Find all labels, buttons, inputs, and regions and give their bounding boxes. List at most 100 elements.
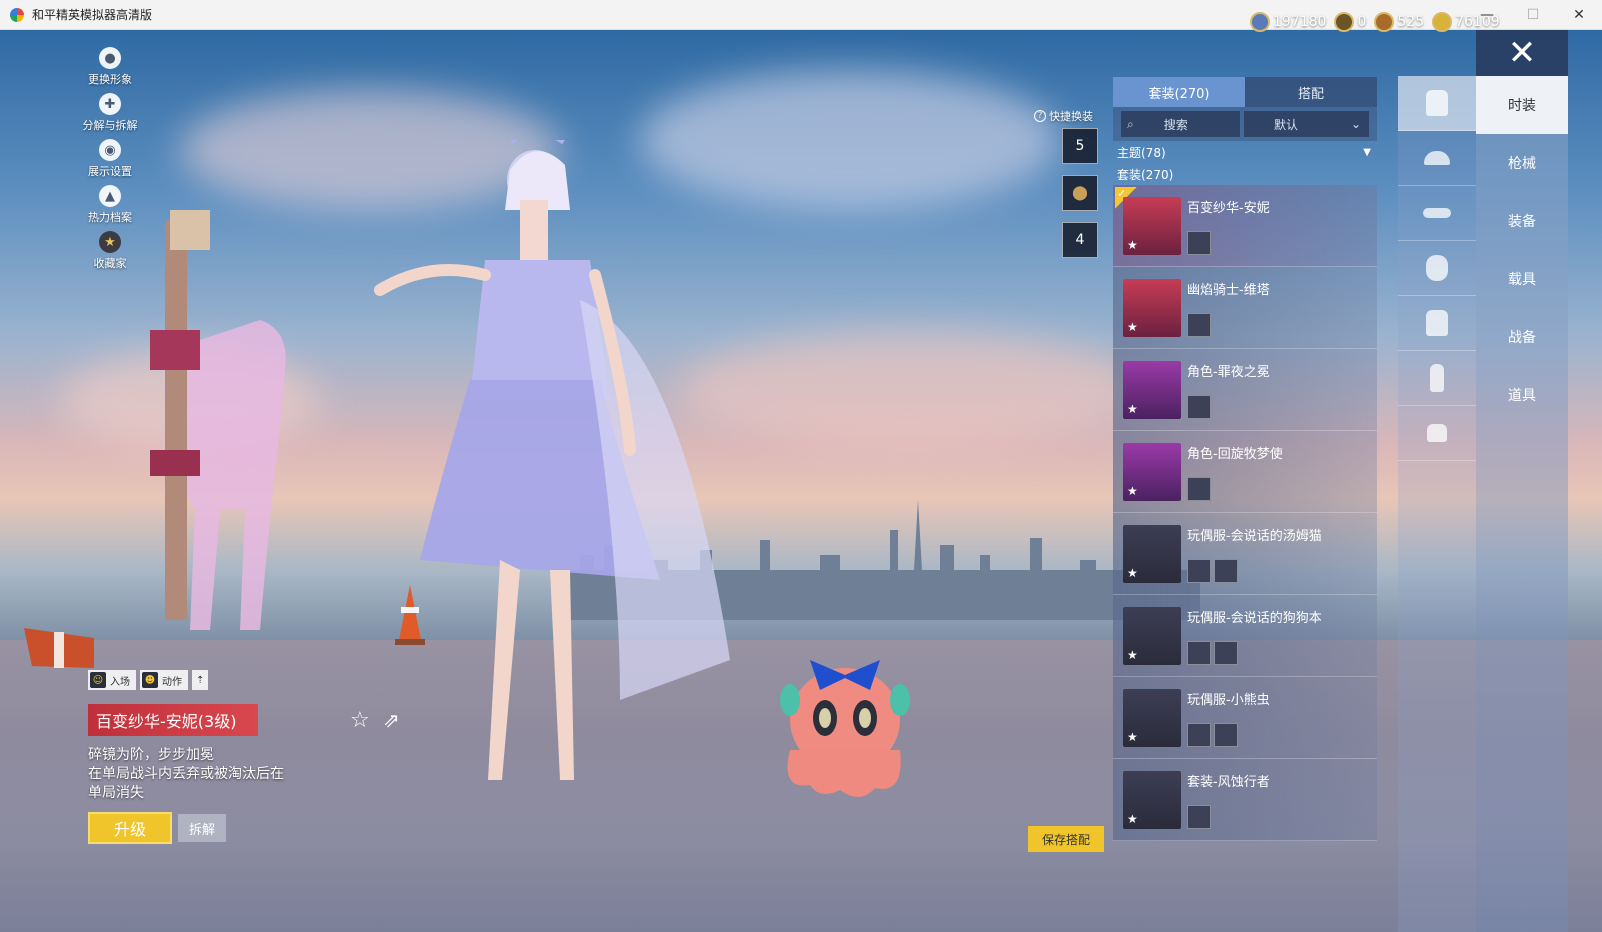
currency-item: 76109 [1432,12,1500,32]
sub-item-thumb[interactable] [1214,558,1238,583]
heat-archive-button[interactable]: ▲ 热力档案 [78,182,142,228]
coin-token-icon [1334,12,1355,32]
entrance-animation-button[interactable]: ☺ 入场 [88,670,136,690]
list-item[interactable]: ★ 幽焰骑士-维塔 [1113,267,1377,349]
subnav-mask[interactable] [1398,241,1476,296]
sub-item-thumb[interactable] [1214,722,1238,747]
category-vehicles[interactable]: 载具 [1476,250,1568,308]
star-icon: ★ [1127,401,1138,416]
hat-icon [1424,151,1450,165]
shoes-icon [1427,424,1447,442]
outfit-description: 碎镜为阶，步步加冕 在单局战斗内丢弃或被淘汰后在单局消失 [88,747,284,801]
sub-item-thumb[interactable] [1187,394,1211,419]
category-guns[interactable]: 枪械 [1476,134,1568,192]
category-equipment[interactable]: 装备 [1476,192,1568,250]
octopus-pet [780,660,910,798]
fallen-cone [24,628,94,668]
character-annie [374,140,730,780]
dismantle-button[interactable]: 拆解 [178,814,226,842]
subnav-hat[interactable] [1398,131,1476,186]
lock-icon: ⬤ [1072,185,1088,201]
currency-item: 0 [1334,12,1366,32]
list-item[interactable]: ★ 玩偶服-小熊虫 [1113,677,1377,759]
sub-item-thumb[interactable] [1187,476,1211,501]
sub-item-thumb[interactable] [1187,312,1211,337]
list-item[interactable]: ★ 套装-风蚀行者 [1113,759,1377,841]
help-icon: ? [1034,110,1046,122]
item-thumbnail: ★ [1123,688,1181,747]
star-icon: ★ [1127,647,1138,662]
subnav-top[interactable] [1398,296,1476,351]
subnav-outfit[interactable] [1398,76,1476,131]
category-fashion[interactable]: 时装 [1476,76,1568,134]
search-input[interactable]: ⌕ 搜索 [1121,111,1241,137]
list-item[interactable]: ★ 玩偶服-会说话的汤姆猫 [1113,513,1377,595]
theme-filter[interactable]: 主题(78) ▼ [1113,141,1377,163]
search-row: ⌕ 搜索 默认 ⌄ [1113,107,1377,141]
decompose-button[interactable]: ✚ 分解与拆解 [78,90,142,136]
panel-tabs: 套装(270) 搭配 [1113,77,1377,107]
star-icon: ★ [1127,729,1138,744]
sub-item-thumb[interactable] [1187,558,1211,583]
action-animation-button[interactable]: ☻ 动作 [140,670,188,690]
sub-item-thumb[interactable] [1187,640,1211,665]
window-title: 和平精英模拟器高清版 [32,8,153,22]
maximize-button[interactable]: ☐ [1510,0,1556,30]
share-icon[interactable]: ⇗ [383,708,400,732]
favorite-star-icon[interactable]: ☆ [350,708,370,733]
outfit-panel: 套装(270) 搭配 ⌕ 搜索 默认 ⌄ 主题(78) ▼ 套装(270) ✓ … [1113,77,1377,857]
tab-suits[interactable]: 套装(270) [1113,77,1245,107]
avatar-icon: ● [99,47,121,69]
item-thumbnail: ★ [1123,524,1181,583]
sub-item-thumb[interactable] [1187,804,1211,829]
list-item[interactable]: ★ 玩偶服-会说话的狗狗本 [1113,595,1377,677]
sub-item-thumb[interactable] [1187,230,1211,255]
close-icon: ✕ [1507,33,1537,73]
star-icon: ★ [1127,319,1138,334]
medal-icon: ★ [99,231,121,253]
tab-outfits[interactable]: 搭配 [1245,77,1377,107]
quick-slot[interactable]: 5 [1062,128,1098,164]
change-avatar-button[interactable]: ● 更换形象 [78,44,142,90]
category-battle-prep[interactable]: 战备 [1476,308,1568,366]
sub-item-thumb[interactable] [1187,722,1211,747]
item-thumbnail: ★ [1123,606,1181,665]
traffic-cone [395,585,425,645]
item-thumbnail: ★ [1123,770,1181,829]
subnav-shoes[interactable] [1398,406,1476,461]
animation-buttons: ☺ 入场 ☻ 动作 ⇡ [88,670,209,690]
category-props[interactable]: 道具 [1476,366,1568,424]
list-item[interactable]: ★ 角色-回旋牧梦使 [1113,431,1377,513]
collector-button[interactable]: ★ 收藏家 [78,228,142,274]
upgrade-button[interactable]: 升级 [88,812,172,844]
subnav-pants[interactable] [1398,351,1476,406]
star-icon: ★ [1127,565,1138,580]
eye-icon: ◉ [99,139,121,161]
coin-globe-icon [1250,12,1270,32]
star-icon: ★ [1127,483,1138,498]
list-item[interactable]: ★ 角色-罪夜之冕 [1113,349,1377,431]
sort-select[interactable]: 默认 ⌄ [1244,111,1369,137]
pose-icon: ☻ [142,672,158,688]
sub-category-nav [1398,76,1476,461]
quick-change: ? 快捷换装 [1034,108,1093,124]
item-thumbnail: ★ [1123,278,1181,337]
expand-button[interactable]: ⇡ [192,670,209,690]
subnav-glasses[interactable] [1398,186,1476,241]
close-screen-button[interactable]: ✕ [1476,30,1568,76]
item-thumbnail: ★ [1123,442,1181,501]
display-settings-button[interactable]: ◉ 展示设置 [78,136,142,182]
sub-item-thumb[interactable] [1214,640,1238,665]
quick-slot-locked[interactable]: ⬤ [1062,175,1098,211]
save-outfit-button[interactable]: 保存搭配 [1028,826,1104,852]
app-logo-icon [10,7,24,22]
list-item[interactable]: ✓ ★ 百变纱华-安妮 [1113,185,1377,267]
quick-slot[interactable]: 4 [1062,222,1098,258]
left-menu: ● 更换形象 ✚ 分解与拆解 ◉ 展示设置 ▲ 热力档案 ★ 收藏家 [78,44,142,274]
quick-change-label[interactable]: ? 快捷换装 [1034,108,1093,124]
close-window-button[interactable]: ✕ [1556,0,1602,30]
smile-icon: ☺ [90,672,106,688]
top-icon [1426,310,1448,336]
outfit-icon [1426,90,1448,116]
item-thumbnail: ★ [1123,196,1181,255]
